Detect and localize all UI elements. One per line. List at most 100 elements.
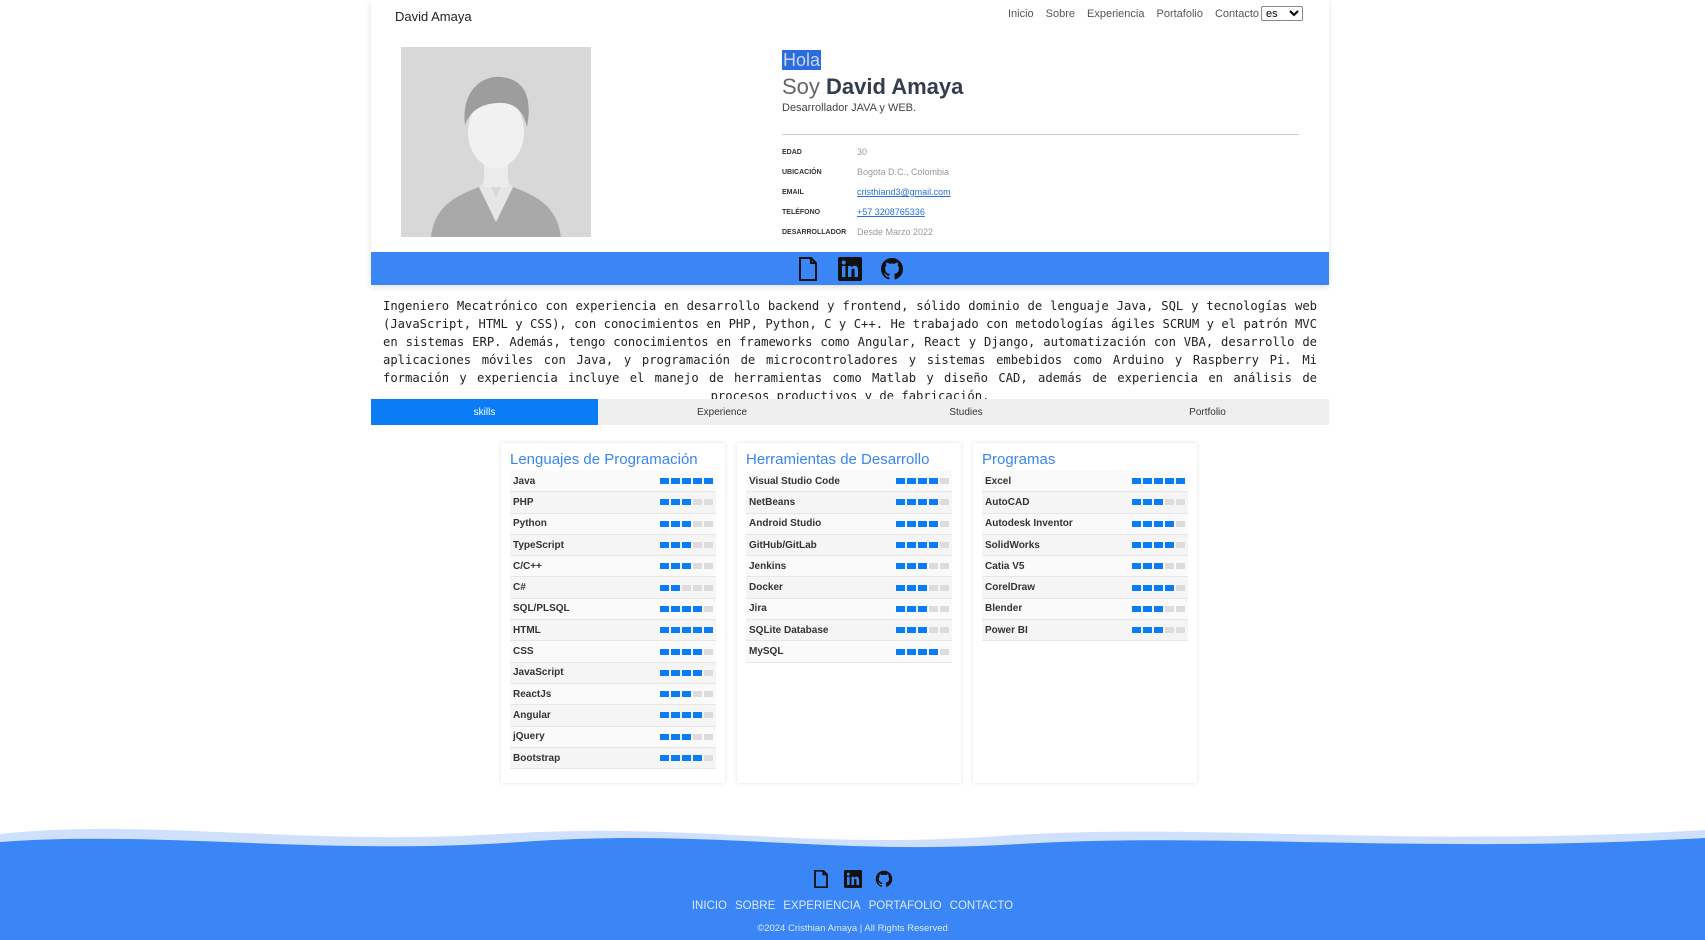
footer-link-contacto[interactable]: CONTACTO [950, 900, 1013, 912]
skill-level [896, 520, 949, 527]
level-dot [704, 691, 713, 698]
level-dot [929, 499, 938, 506]
skill-name: PHP [513, 496, 534, 508]
level-dot [1143, 520, 1152, 527]
skill-level [896, 627, 949, 634]
level-dot [907, 563, 916, 570]
nav-portafolio[interactable]: Portafolio [1156, 8, 1202, 20]
level-dot [929, 584, 938, 591]
level-dot [907, 478, 916, 485]
level-dot [1176, 499, 1185, 506]
skill-level [660, 712, 713, 719]
page: David Amaya Inicio Sobre Experiencia Por… [0, 0, 1705, 940]
tab-studies[interactable]: Studies [846, 399, 1086, 425]
level-dot [671, 605, 680, 612]
level-dot [682, 648, 691, 655]
level-dot [704, 563, 713, 570]
level-dot [1132, 563, 1141, 570]
nav-contacto[interactable]: Contacto [1215, 8, 1259, 20]
skill-name: HTML [513, 624, 541, 636]
level-dot [1154, 563, 1163, 570]
level-dot [660, 755, 669, 761]
linkedin-icon[interactable] [843, 870, 862, 888]
skill-name: Power BI [985, 624, 1028, 636]
brand-name[interactable]: David Amaya [395, 9, 472, 24]
level-dot [1176, 605, 1185, 612]
skill-row: SQL/PLSQL [510, 598, 716, 621]
tab-skills[interactable]: skills [371, 399, 598, 425]
skill-level [660, 563, 713, 570]
tab-experience[interactable]: Experience [598, 399, 846, 425]
info-key: EMAIL [782, 188, 804, 196]
panel-tools: Herramientas de Desarrollo Visual Studio… [737, 443, 961, 783]
level-dot [693, 478, 702, 485]
level-dot [940, 478, 949, 485]
skill-name: Catia V5 [985, 560, 1025, 572]
level-dot [660, 669, 669, 676]
level-dot [671, 669, 680, 676]
social-bar [371, 252, 1329, 285]
level-dot [1132, 584, 1141, 591]
level-dot [660, 733, 669, 740]
linkedin-icon[interactable] [838, 256, 862, 281]
footer-link-sobre[interactable]: SOBRE [735, 900, 775, 912]
level-dot [907, 627, 916, 634]
footer-link-inicio[interactable]: INICIO [692, 900, 727, 912]
level-dot [693, 542, 702, 549]
level-dot [682, 499, 691, 506]
skill-name: Android Studio [749, 518, 822, 530]
level-dot [1143, 605, 1152, 612]
tab-portfolio[interactable]: Portfolio [1086, 399, 1329, 425]
skill-row: HTML [510, 620, 716, 642]
document-icon[interactable] [813, 869, 831, 889]
level-dot [671, 627, 680, 634]
language-select[interactable]: es [1261, 6, 1303, 21]
level-dot [671, 691, 680, 698]
headline-prefix: Soy [782, 74, 827, 99]
level-dot [896, 499, 905, 506]
level-dot [682, 605, 691, 612]
document-icon[interactable] [796, 256, 820, 281]
skill-name: Jira [749, 603, 767, 615]
level-dot [704, 499, 713, 506]
footer-link-portafolio[interactable]: PORTAFOLIO [869, 900, 942, 912]
level-dot [682, 669, 691, 676]
level-dot [1176, 520, 1185, 527]
level-dot [1143, 584, 1152, 591]
nav-experiencia[interactable]: Experiencia [1087, 8, 1144, 20]
level-dot [918, 627, 927, 634]
level-dot [671, 755, 680, 761]
skill-row: Jenkins [746, 556, 952, 578]
skill-row: Docker [746, 577, 952, 599]
headline-name: David Amaya [826, 74, 964, 99]
email-link[interactable]: cristhiand3@gmail.com [857, 187, 951, 197]
skill-level [660, 520, 713, 527]
nav-inicio[interactable]: Inicio [1008, 8, 1034, 20]
nav-sobre[interactable]: Sobre [1046, 8, 1075, 20]
footer-link-experiencia[interactable]: EXPERIENCIA [783, 900, 860, 912]
skill-level [1132, 478, 1185, 485]
level-dot [682, 627, 691, 634]
skill-row: ReactJs [510, 683, 716, 706]
skill-name: NetBeans [749, 496, 796, 508]
phone-link[interactable]: +57 3208765336 [857, 207, 925, 217]
level-dot [682, 520, 691, 527]
level-dot [1176, 542, 1185, 549]
level-dot [693, 627, 702, 634]
github-icon[interactable] [880, 257, 904, 281]
skill-row: Android Studio [746, 513, 952, 535]
skill-level [896, 478, 949, 485]
skill-level [1132, 563, 1185, 570]
github-icon[interactable] [875, 870, 893, 888]
skill-row: jQuery [510, 726, 716, 748]
info-row-email: EMAIL cristhiand3@gmail.com [782, 182, 951, 202]
level-dot [671, 733, 680, 740]
skill-level [896, 648, 949, 655]
skill-row: JavaScript [510, 662, 716, 684]
skill-name: C/C++ [513, 560, 542, 572]
level-dot [918, 648, 927, 655]
level-dot [907, 605, 916, 612]
panel-title: Herramientas de Desarrollo [746, 451, 930, 468]
info-value: Desde Marzo 2022 [857, 227, 934, 237]
panel-languages: Lenguajes de Programación Java PHP Python T… [501, 443, 725, 783]
